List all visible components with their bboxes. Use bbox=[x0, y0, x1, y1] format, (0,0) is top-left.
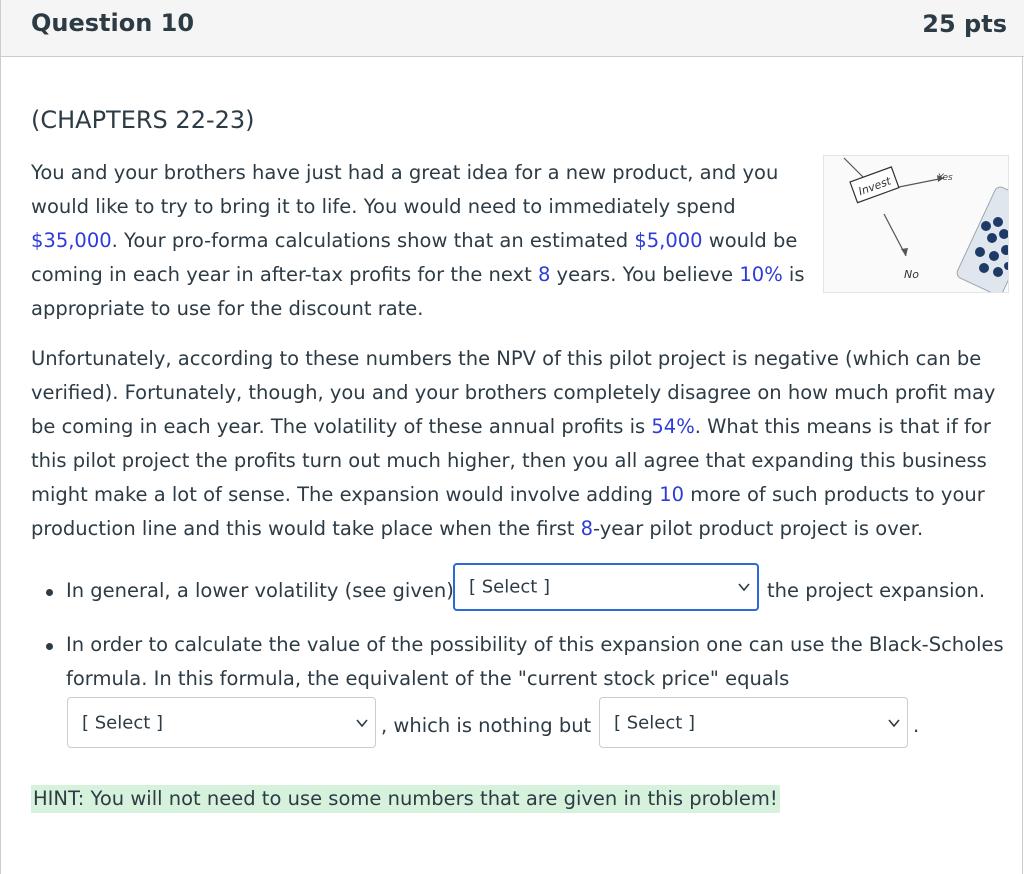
bullet2-line1: In order to calculate the value of the p… bbox=[66, 633, 1004, 656]
expansion-count-value: 10 bbox=[659, 483, 685, 506]
para2-text-4: -year pilot product project is over. bbox=[593, 517, 924, 540]
select-value: [ Select ] bbox=[469, 576, 551, 598]
volatility-paragraph: Unfortunately, according to these number… bbox=[31, 342, 1006, 546]
initial-cost-value: $35,000 bbox=[31, 229, 112, 252]
select-value: [ Select ] bbox=[82, 712, 164, 733]
para1-text-1: You and your brothers have just had a gr… bbox=[31, 161, 779, 218]
decision-tree-illustration: Invest Yes No bbox=[824, 156, 1008, 292]
question-title: Question 10 bbox=[31, 9, 195, 37]
chevron-down-icon bbox=[738, 583, 750, 592]
question-points: 25 pts bbox=[922, 10, 1007, 38]
bullet2-line2: formula. In this formula, the equivalent… bbox=[66, 667, 790, 690]
volatility-effect-select[interactable]: [ Select ] bbox=[453, 563, 759, 611]
figure-no-label: No bbox=[904, 268, 919, 281]
bullet2-end: . bbox=[913, 714, 920, 737]
para1-text-4: years. You believe bbox=[550, 263, 740, 286]
decision-tree-image: Invest Yes No bbox=[823, 155, 1009, 293]
bullet1-text-after: the project expansion. bbox=[767, 579, 986, 602]
question-header: Question 10 25 pts bbox=[1, 0, 1024, 57]
volatility-value: 54% bbox=[651, 415, 695, 438]
figure-yes-label: Yes bbox=[938, 173, 953, 183]
question-card: Question 10 25 pts (CHAPTERS 22-23) You … bbox=[0, 0, 1024, 874]
current-stock-price-select[interactable]: [ Select ] bbox=[67, 697, 376, 748]
chevron-down-icon bbox=[356, 718, 368, 727]
bullet-dot bbox=[46, 589, 53, 596]
pilot-years-value: 8 bbox=[580, 517, 594, 540]
nothing-but-select[interactable]: [ Select ] bbox=[599, 697, 908, 748]
hint-text: HINT: You will not need to use some numb… bbox=[31, 785, 780, 813]
chapters-heading: (CHAPTERS 22-23) bbox=[31, 106, 255, 134]
bullet-dot bbox=[46, 643, 53, 650]
para1-text-2: . Your pro-forma calculations show that … bbox=[111, 229, 635, 252]
select-value: [ Select ] bbox=[614, 712, 696, 733]
annual-profit-value: $5,000 bbox=[634, 229, 703, 252]
chevron-down-icon bbox=[888, 718, 900, 727]
bullet2-mid-text: , which is nothing but bbox=[381, 714, 592, 737]
intro-paragraph: You and your brothers have just had a gr… bbox=[31, 156, 821, 326]
bullet1-text-before: In general, a lower volatility (see give… bbox=[66, 579, 454, 602]
discount-rate-value: 10% bbox=[739, 263, 783, 286]
years-value: 8 bbox=[537, 263, 551, 286]
